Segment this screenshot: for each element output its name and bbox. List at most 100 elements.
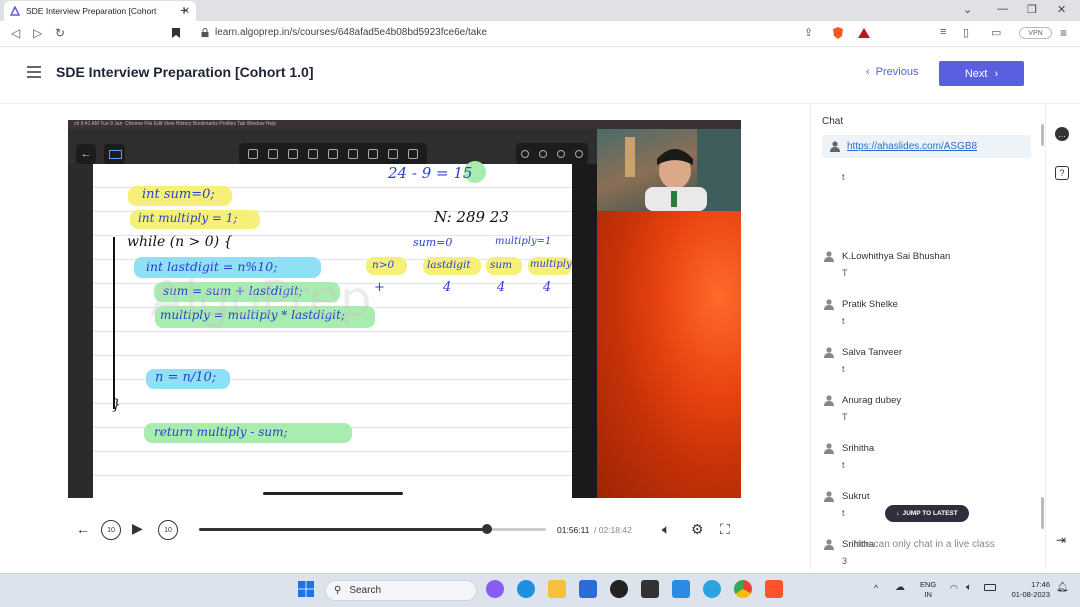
note-line-7: n = n/10; <box>155 370 217 385</box>
chat-message-text: T <box>842 268 848 278</box>
play-icon[interactable]: ▶ <box>132 520 143 537</box>
volume-icon[interactable]: 🔈︎ <box>662 521 670 538</box>
note-line-1: int sum=0; <box>142 187 215 202</box>
note-equation: 24 - 9 = 15 <box>388 164 473 182</box>
video-watermark: AlgoPrep <box>150 270 372 328</box>
brave-rewards-icon[interactable] <box>857 26 871 40</box>
brave-icon[interactable] <box>765 580 783 598</box>
next-button[interactable]: Next › <box>939 61 1024 86</box>
video-mac-menubar: ch 9:41 AM Tue 9 Jan Chrome File Edit Vi… <box>68 120 741 129</box>
help-icon[interactable]: ? <box>1055 166 1069 180</box>
language-indicator[interactable]: ENG IN <box>920 580 936 600</box>
tray-chevron-icon[interactable]: ^ <box>874 583 878 593</box>
ipad-home-indicator <box>263 492 403 495</box>
brave-shield-icon[interactable] <box>831 26 845 40</box>
back-icon[interactable]: ◁ <box>11 26 20 40</box>
settings-gear-icon[interactable]: ⚙ <box>691 521 704 538</box>
previous-label: Previous <box>875 66 919 78</box>
wallet-icon[interactable]: ▭ <box>991 26 1001 39</box>
previous-button[interactable]: ‹ Previous <box>866 66 918 78</box>
pinned-link[interactable]: https://ahaslides.com/ASGB8 <box>847 141 977 152</box>
app-icon[interactable] <box>641 580 659 598</box>
telegram-icon[interactable] <box>703 580 721 598</box>
rewind-10-button[interactable]: 10 <box>101 520 121 540</box>
arrow-down-icon: ↓ <box>896 510 900 517</box>
total-time: / 02:18:42 <box>594 525 632 535</box>
lasso-tool-icon <box>388 149 398 159</box>
chat-message-text: 3 <box>842 556 848 566</box>
windows-start-icon[interactable] <box>297 580 315 598</box>
edge-icon[interactable] <box>517 580 535 598</box>
progress-fill <box>199 528 487 531</box>
chat-bubble-icon[interactable]: … <box>1055 127 1069 141</box>
exit-player-icon[interactable]: ← <box>76 521 90 537</box>
eraser-tool-icon <box>308 149 318 159</box>
reload-icon[interactable]: ↻ <box>55 26 65 40</box>
pencil-tool-icon <box>268 149 278 159</box>
forward-10-button[interactable]: 10 <box>158 520 178 540</box>
dell-icon[interactable] <box>610 580 628 598</box>
cloud-sync-icon[interactable]: ☁ <box>895 582 905 593</box>
hamburger-menu-icon[interactable] <box>27 66 41 78</box>
copilot-icon[interactable] <box>486 580 504 598</box>
jump-to-latest-button[interactable]: ↓ JUMP TO LATEST <box>885 505 969 522</box>
redo-icon <box>539 150 547 158</box>
clock-date: 01-08-2023 <box>1011 590 1050 599</box>
progress-handle[interactable] <box>482 524 492 534</box>
battery-icon[interactable] <box>984 584 996 591</box>
course-title: SDE Interview Preparation [Cohort 1.0] <box>56 64 314 80</box>
vpn-button[interactable]: VPN <box>1019 27 1052 39</box>
taskbar-search-box[interactable]: ⚲ Search <box>325 580 477 601</box>
shape-tool-icon <box>348 149 358 159</box>
wifi-icon[interactable]: ◠ <box>950 583 958 594</box>
ipad-status-text: ch 9:41 AM Tue 9 Jan <box>74 121 123 127</box>
taskbar-clock[interactable]: 17:46 01-08-2023 <box>1006 580 1050 600</box>
minimize-icon[interactable]: — <box>997 3 1008 15</box>
video-dark-strip <box>572 164 597 498</box>
chat-message-text: t <box>842 508 845 518</box>
chat-scrollbar-thumb[interactable] <box>1041 497 1044 529</box>
chat-scrollbar-top[interactable] <box>1041 124 1044 146</box>
forward-icon[interactable]: ▷ <box>33 26 42 40</box>
chat-author: K.Lowhithya Sai Bhushan <box>842 251 951 262</box>
bookmark-icon[interactable] <box>172 28 180 38</box>
logout-icon[interactable]: ⇥ <box>1056 533 1066 547</box>
mac-wallpaper <box>597 211 741 498</box>
vscode-icon[interactable] <box>672 580 690 598</box>
browser-menu-icon[interactable]: ≡ <box>1060 26 1067 40</box>
new-tab-icon[interactable]: + <box>180 2 188 18</box>
close-window-icon[interactable]: ✕ <box>1057 3 1066 16</box>
person-icon <box>830 141 840 152</box>
highlighter-tool-icon <box>288 149 298 159</box>
mail-icon[interactable] <box>579 580 597 598</box>
person-icon <box>824 251 834 262</box>
url-text[interactable]: learn.algoprep.in/s/courses/648afad5e4b0… <box>215 27 487 38</box>
share-icon[interactable]: ⇪ <box>804 26 813 39</box>
rewind-10-label: 10 <box>107 526 115 534</box>
chat-author: Sukrut <box>842 491 870 502</box>
laser-tool-icon <box>408 149 418 159</box>
sidebar-toggle-icon[interactable]: ▯ <box>963 26 969 39</box>
maximize-icon[interactable]: ❐ <box>1027 3 1037 16</box>
table-head-4: multiply <box>530 259 572 270</box>
browser-tab[interactable]: SDE Interview Preparation [Cohort ✕ <box>4 1 196 21</box>
file-explorer-icon[interactable] <box>548 580 566 598</box>
chrome-icon[interactable] <box>734 580 752 598</box>
table-val-2: 4 <box>443 280 452 295</box>
taskbar-search-label: Search <box>349 585 382 596</box>
more-icon <box>557 150 565 158</box>
site-favicon-icon <box>10 6 20 16</box>
playlist-icon[interactable]: ≡ <box>940 26 946 38</box>
fullscreen-icon[interactable]: ⛶ <box>720 521 730 538</box>
note-line-9: return multiply - sum; <box>154 425 288 439</box>
image-tool-icon <box>368 149 378 159</box>
chat-message-text: t <box>842 172 845 182</box>
notification-bell-icon[interactable]: 🔔︎ <box>1056 582 1069 593</box>
windows-taskbar <box>0 573 1080 607</box>
chat-author: Pratik Shelke <box>842 299 898 310</box>
lock-icon[interactable] <box>201 28 209 37</box>
lang-top: ENG <box>920 580 937 589</box>
speaker-icon[interactable]: 🔈︎ <box>966 582 972 593</box>
tab-search-chevron-icon[interactable]: ⌄ <box>963 3 972 16</box>
table-head-2: lastdigit <box>427 259 471 271</box>
